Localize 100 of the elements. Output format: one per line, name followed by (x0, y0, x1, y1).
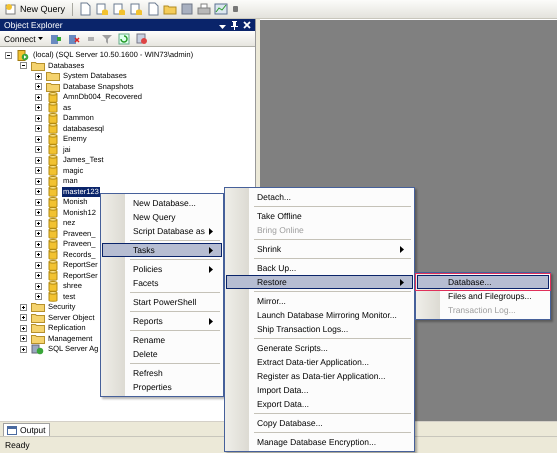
menu-item[interactable]: Mirror... (226, 294, 413, 308)
database-icon (46, 112, 60, 124)
menu-item[interactable]: Properties (102, 380, 222, 394)
folder-icon (31, 60, 45, 71)
menu-item[interactable]: New Database... (102, 196, 222, 210)
agent-icon (31, 344, 45, 355)
menu-item[interactable]: Rename (102, 333, 222, 347)
status-text: Ready (5, 440, 30, 450)
database-icon (46, 186, 60, 198)
menu-item[interactable]: New Query (102, 210, 222, 224)
expand-icon[interactable] (20, 304, 27, 311)
output-tab[interactable]: Output (3, 423, 50, 436)
new-query-button[interactable]: New Query (3, 1, 68, 17)
document-icon[interactable] (146, 2, 160, 16)
server-connect-icon[interactable] (50, 32, 62, 44)
database-icon (46, 102, 60, 114)
menu-item[interactable]: Generate Scripts... (226, 341, 413, 355)
expand-icon[interactable] (35, 146, 42, 154)
window-icon (7, 426, 17, 434)
menu-item[interactable]: Extract Data-tier Application... (226, 355, 413, 369)
expand-icon[interactable] (35, 72, 42, 80)
caret-icon (38, 37, 43, 40)
document-icon[interactable] (78, 2, 92, 16)
expand-icon[interactable] (20, 324, 27, 332)
expand-icon[interactable] (35, 178, 42, 185)
menu-item[interactable]: Register as Data-tier Application... (226, 369, 413, 383)
expand-icon[interactable] (35, 156, 42, 164)
folder-icon (46, 71, 60, 82)
folder-icon (31, 302, 45, 312)
menu-item[interactable]: Take Offline (226, 209, 413, 223)
menu-item[interactable]: Start PowerShell (102, 295, 222, 309)
database-icon (46, 218, 60, 229)
database-icon (46, 144, 60, 156)
expand-icon[interactable] (35, 272, 42, 280)
close-icon[interactable] (243, 21, 251, 29)
database-icon (46, 260, 60, 271)
menu-item[interactable]: Restore (226, 275, 413, 289)
expand-icon[interactable] (35, 251, 42, 258)
chart-icon[interactable] (214, 2, 228, 16)
database-icon (46, 291, 60, 302)
menu-item[interactable]: Facets (102, 276, 222, 290)
menu-item[interactable]: Back Up... (226, 261, 413, 275)
menu-item[interactable]: Files and Filegroups... (417, 289, 549, 303)
database-icon (46, 228, 60, 240)
expand-icon[interactable] (35, 220, 42, 227)
server-disconnect-icon[interactable] (68, 32, 80, 44)
database-icon (46, 154, 60, 166)
menu-item[interactable]: Copy Database... (226, 416, 413, 430)
database-icon (46, 280, 60, 292)
menu-item[interactable]: Tasks (102, 243, 222, 257)
menu-item[interactable]: Script Database as (102, 224, 222, 238)
expand-icon[interactable] (35, 125, 42, 132)
collapse-icon[interactable] (5, 52, 12, 59)
pin-icon[interactable] (231, 20, 238, 30)
menu-item[interactable]: Delete (102, 347, 222, 361)
folder-icon (31, 334, 45, 344)
menu-item[interactable]: Refresh (102, 366, 222, 380)
expand-icon[interactable] (35, 282, 42, 290)
menu-item[interactable]: Launch Database Mirroring Monitor... (226, 308, 413, 322)
database-icon (46, 92, 60, 103)
expand-icon[interactable] (35, 136, 42, 143)
database-icon (46, 165, 60, 176)
menu-item[interactable]: Policies (102, 262, 222, 276)
database-icon (46, 134, 60, 145)
expand-icon[interactable] (20, 335, 27, 342)
database-icon (46, 270, 60, 282)
refresh-icon[interactable] (118, 32, 130, 44)
database-icon (46, 249, 60, 260)
expand-icon[interactable] (35, 198, 42, 206)
expand-icon[interactable] (35, 209, 42, 216)
expand-icon[interactable] (35, 293, 42, 300)
expand-icon[interactable] (20, 346, 27, 353)
expand-icon[interactable] (35, 94, 42, 101)
expand-icon[interactable] (35, 188, 42, 196)
menu-item[interactable]: Database... (417, 275, 549, 289)
menu-item[interactable]: Export Data... (226, 397, 413, 411)
menu-item[interactable]: Ship Transaction Logs... (226, 322, 413, 336)
database-icon (46, 238, 60, 250)
menu-item[interactable]: Reports (102, 314, 222, 328)
expand-icon[interactable] (35, 262, 42, 269)
folder-icon (46, 82, 60, 92)
expand-icon[interactable] (35, 114, 42, 122)
server-icon (16, 50, 30, 61)
expand-icon[interactable] (35, 240, 42, 248)
expand-icon[interactable] (20, 314, 27, 322)
database-icon (46, 196, 60, 208)
collapse-icon[interactable] (20, 62, 27, 70)
database-icon (46, 123, 60, 134)
menu-item[interactable]: Manage Database Encryption... (226, 435, 413, 449)
expand-icon[interactable] (35, 83, 42, 90)
folder-icon (31, 323, 45, 334)
menu-item[interactable]: Detach... (226, 190, 413, 204)
expand-icon[interactable] (35, 104, 42, 112)
expand-icon[interactable] (35, 167, 42, 174)
menu-item[interactable]: Import Data... (226, 383, 413, 397)
connect-button[interactable]: Connect (3, 34, 44, 44)
folder-icon (31, 312, 45, 323)
print-icon[interactable] (197, 2, 212, 16)
expand-icon[interactable] (35, 230, 42, 238)
menu-item[interactable]: Shrink (226, 242, 413, 256)
